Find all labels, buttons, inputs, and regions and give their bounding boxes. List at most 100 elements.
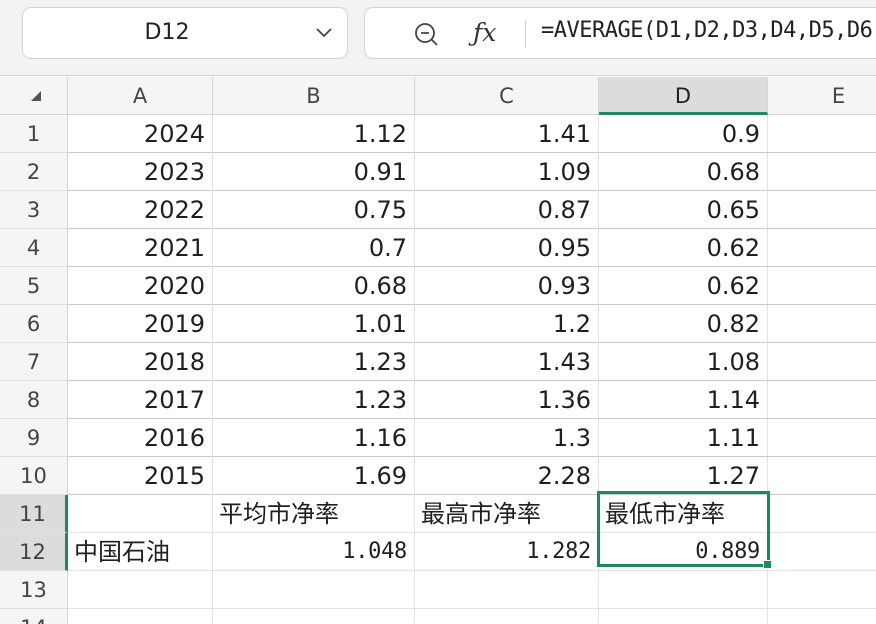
cell-c6[interactable]: 1.2 (415, 305, 599, 343)
cell-d3[interactable]: 0.65 (599, 191, 768, 229)
cell-d14[interactable] (599, 609, 768, 624)
cell-a2[interactable]: 2023 (68, 153, 213, 191)
cell-b13[interactable] (213, 571, 415, 609)
cell-d13[interactable] (599, 571, 768, 609)
cell-a7[interactable]: 2018 (68, 343, 213, 381)
cell-e9[interactable] (768, 419, 876, 457)
cell-b9[interactable]: 1.16 (213, 419, 415, 457)
cell-b12[interactable]: 1.048 (213, 533, 415, 571)
table-row: 10 2015 1.69 2.28 1.27 (0, 457, 876, 495)
cell-c13[interactable] (415, 571, 599, 609)
cell-c12[interactable]: 1.282 (415, 533, 599, 571)
chevron-down-icon[interactable] (315, 25, 333, 41)
cell-a1[interactable]: 2024 (68, 115, 213, 153)
cell-e2[interactable] (768, 153, 876, 191)
cell-c8[interactable]: 1.36 (415, 381, 599, 419)
row-header[interactable]: 12 (0, 533, 68, 571)
cell-d12[interactable]: 0.889 (599, 533, 768, 571)
table-row: 14 (0, 609, 876, 624)
cell-a8[interactable]: 2017 (68, 381, 213, 419)
cell-c7[interactable]: 1.43 (415, 343, 599, 381)
column-header-a[interactable]: A (68, 77, 213, 115)
row-header[interactable]: 4 (0, 229, 68, 267)
cell-e10[interactable] (768, 457, 876, 495)
column-header-e[interactable]: E (768, 77, 876, 115)
column-header-d[interactable]: D (599, 77, 768, 115)
cell-b10[interactable]: 1.69 (213, 457, 415, 495)
cell-b11[interactable]: 平均市净率 (213, 495, 415, 533)
row-header[interactable]: 13 (0, 571, 68, 609)
cell-d1[interactable]: 0.9 (599, 115, 768, 153)
cell-a11[interactable] (68, 495, 213, 533)
column-header-b[interactable]: B (213, 77, 415, 115)
cell-a4[interactable]: 2021 (68, 229, 213, 267)
cell-e12[interactable] (768, 533, 876, 571)
cell-e1[interactable] (768, 115, 876, 153)
fill-handle[interactable] (763, 560, 772, 569)
row-header[interactable]: 5 (0, 267, 68, 305)
cell-c14[interactable] (415, 609, 599, 624)
cell-c10[interactable]: 2.28 (415, 457, 599, 495)
cell-e14[interactable] (768, 609, 876, 624)
cell-c11[interactable]: 最高市净率 (415, 495, 599, 533)
row-header[interactable]: 9 (0, 419, 68, 457)
cell-a12[interactable]: 中国石油 (68, 533, 213, 571)
row-header[interactable]: 2 (0, 153, 68, 191)
row-header[interactable]: 7 (0, 343, 68, 381)
cell-d7[interactable]: 1.08 (599, 343, 768, 381)
cell-e5[interactable] (768, 267, 876, 305)
cell-e11[interactable] (768, 495, 876, 533)
cell-b8[interactable]: 1.23 (213, 381, 415, 419)
cell-e13[interactable] (768, 571, 876, 609)
row-header[interactable]: 6 (0, 305, 68, 343)
function-icon[interactable]: ƒx (473, 16, 496, 50)
cell-e4[interactable] (768, 229, 876, 267)
cell-b3[interactable]: 0.75 (213, 191, 415, 229)
cell-b6[interactable]: 1.01 (213, 305, 415, 343)
cell-d10[interactable]: 1.27 (599, 457, 768, 495)
cell-d6[interactable]: 0.82 (599, 305, 768, 343)
cell-c2[interactable]: 1.09 (415, 153, 599, 191)
cell-a6[interactable]: 2019 (68, 305, 213, 343)
cell-d5[interactable]: 0.62 (599, 267, 768, 305)
cell-d8[interactable]: 1.14 (599, 381, 768, 419)
name-box[interactable]: D12 (22, 7, 348, 59)
cell-d11[interactable]: 最低市净率 (599, 495, 768, 533)
cell-c1[interactable]: 1.41 (415, 115, 599, 153)
table-row: 4 2021 0.7 0.95 0.62 (0, 229, 876, 267)
formula-input[interactable]: =AVERAGE(D1,D2,D3,D4,D5,D6,D7,D8,D9,D10) (541, 8, 876, 58)
cell-d2[interactable]: 0.68 (599, 153, 768, 191)
cell-c3[interactable]: 0.87 (415, 191, 599, 229)
row-header[interactable]: 11 (0, 495, 68, 533)
cell-b5[interactable]: 0.68 (213, 267, 415, 305)
cell-c9[interactable]: 1.3 (415, 419, 599, 457)
cell-a3[interactable]: 2022 (68, 191, 213, 229)
cell-c5[interactable]: 0.93 (415, 267, 599, 305)
cell-a14[interactable] (68, 609, 213, 624)
cell-a9[interactable]: 2016 (68, 419, 213, 457)
cell-a5[interactable]: 2020 (68, 267, 213, 305)
cell-e3[interactable] (768, 191, 876, 229)
cell-b1[interactable]: 1.12 (213, 115, 415, 153)
row-header[interactable]: 1 (0, 115, 68, 153)
row-header[interactable]: 8 (0, 381, 68, 419)
zoom-out-icon[interactable] (413, 21, 439, 47)
cell-a13[interactable] (68, 571, 213, 609)
cell-e6[interactable] (768, 305, 876, 343)
row-header[interactable]: 14 (0, 609, 68, 624)
name-box-value: D12 (144, 20, 190, 45)
cell-b14[interactable] (213, 609, 415, 624)
cell-e7[interactable] (768, 343, 876, 381)
cell-d9[interactable]: 1.11 (599, 419, 768, 457)
row-header[interactable]: 3 (0, 191, 68, 229)
cell-c4[interactable]: 0.95 (415, 229, 599, 267)
cell-b2[interactable]: 0.91 (213, 153, 415, 191)
cell-d4[interactable]: 0.62 (599, 229, 768, 267)
cell-b4[interactable]: 0.7 (213, 229, 415, 267)
select-all-corner[interactable] (0, 77, 68, 115)
cell-b7[interactable]: 1.23 (213, 343, 415, 381)
cell-e8[interactable] (768, 381, 876, 419)
row-header[interactable]: 10 (0, 457, 68, 495)
cell-a10[interactable]: 2015 (68, 457, 213, 495)
column-header-c[interactable]: C (415, 77, 599, 115)
